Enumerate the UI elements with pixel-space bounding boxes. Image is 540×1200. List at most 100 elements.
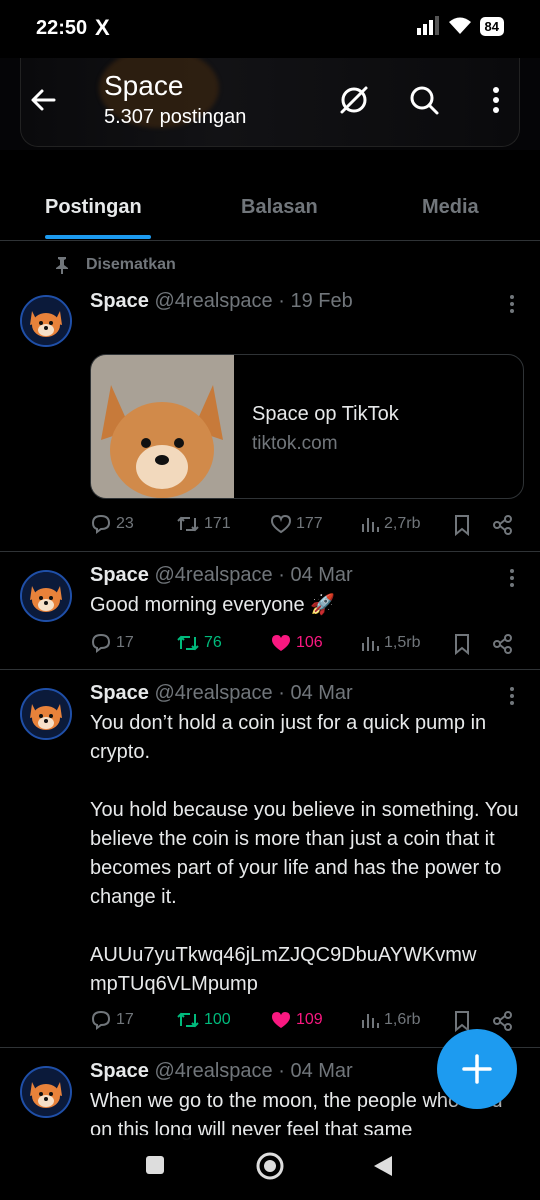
repost-count: 100 [204,1011,231,1028]
user-handle[interactable]: @4realspace [155,290,273,312]
share-icon[interactable] [492,633,514,655]
display-name[interactable]: Space [90,1060,149,1082]
tweet-header: Space @4realspace · 04 Mar [90,564,353,586]
back-nav-icon[interactable] [372,1154,394,1178]
tweet-date[interactable]: 04 Mar [290,564,352,586]
tweet-actions: 23 171 177 2,7rb [90,514,520,538]
avatar[interactable] [20,570,72,622]
tweet-more-icon[interactable] [506,566,518,590]
like-button[interactable]: 177 [270,514,323,534]
plus-icon [462,1054,492,1084]
avatar[interactable] [20,688,72,740]
views-icon [362,518,379,532]
views-button[interactable]: 2,7rb [360,514,420,534]
reply-count: 17 [116,1011,134,1028]
repost-count: 76 [204,634,222,651]
shiba-avatar-icon [22,572,70,620]
shiba-avatar-icon [22,297,70,345]
repost-button[interactable]: 100 [176,1010,231,1030]
share-icon[interactable] [492,514,514,536]
view-count: 2,7rb [384,515,421,532]
repost-button[interactable]: 76 [176,633,222,653]
reply-button[interactable]: 17 [90,1010,134,1030]
compose-button[interactable] [437,1029,517,1109]
bookmark-icon[interactable] [452,633,472,655]
repost-icon [177,635,199,651]
reply-icon [91,514,111,534]
profile-header: Space 5.307 postingan [0,58,540,150]
reply-count: 17 [116,634,134,651]
reply-icon [91,1010,111,1030]
like-count: 106 [296,634,323,651]
x-logo: X [95,15,110,40]
signal-icon [416,16,439,35]
reply-icon [91,633,111,653]
display-name[interactable]: Space [90,564,149,586]
shiba-avatar-icon [22,690,70,738]
repost-icon [177,516,199,532]
like-button[interactable]: 109 [270,1010,323,1030]
tab-media[interactable]: Media [422,196,479,219]
tweet-actions: 17 76 106 1,5rb [90,633,520,657]
repost-button[interactable]: 171 [176,514,231,534]
bookmark-icon[interactable] [452,514,472,536]
tweet-header: Space @4realspace · 04 Mar [90,682,353,704]
wifi-icon [448,17,471,34]
user-handle[interactable]: @4realspace [155,682,273,704]
user-handle[interactable]: @4realspace [155,1060,273,1082]
card-title: Space op TikTok [252,403,399,425]
like-count: 177 [296,515,323,532]
back-arrow-icon[interactable] [24,80,64,120]
tweet-more-icon[interactable] [506,292,518,316]
like-button[interactable]: 106 [270,633,323,653]
display-name[interactable]: Space [90,682,149,704]
tweet-header: Space @4realspace · 19 Feb [90,290,353,312]
home-icon[interactable] [255,1151,285,1181]
tweet-date[interactable]: 04 Mar [290,1060,352,1082]
puppy-image [91,355,234,498]
like-count: 109 [296,1011,323,1028]
tweet-text: Good morning everyone 🚀 [90,594,336,616]
user-handle[interactable]: @4realspace [155,564,273,586]
page-title: Space [104,70,184,101]
tweet[interactable]: Space @4realspace · 04 Mar Good morning … [0,551,540,670]
status-bar: 22:50 X 84 [0,0,540,58]
search-icon[interactable] [404,80,444,120]
recents-icon[interactable] [145,1155,165,1175]
heart-icon [270,514,292,534]
tweet[interactable]: Space @4realspace · 04 Mar You don’t hol… [0,669,540,1048]
tweet-more-icon[interactable] [506,684,518,708]
views-button[interactable]: 1,6rb [360,1010,420,1030]
heart-filled-icon [272,1012,290,1028]
tab-balasan[interactable]: Balasan [241,196,318,219]
link-card[interactable]: Space op TikTok tiktok.com [90,354,524,499]
tab-postingan[interactable]: Postingan [45,196,142,219]
reply-count: 23 [116,515,134,532]
tweet-text: You don’t hold a coin just for a quick p… [90,712,519,995]
heart-filled-icon [272,635,290,651]
views-button[interactable]: 1,5rb [360,633,420,653]
profile-tabs: Postingan Balasan Media [0,170,540,241]
tweet-date[interactable]: 19 Feb [290,290,352,312]
no-grok-icon[interactable] [334,80,374,120]
more-vertical-icon[interactable] [476,80,516,120]
card-thumbnail [91,355,234,498]
display-name[interactable]: Space [90,290,149,312]
post-count: 5.307 postingan [104,106,247,128]
reply-button[interactable]: 17 [90,633,134,653]
repost-icon [177,1012,199,1028]
profile-banner [20,58,520,147]
battery-icon: 84 [479,16,504,36]
tweet-date[interactable]: 04 Mar [290,682,352,704]
shiba-avatar-icon [22,1068,70,1116]
repost-count: 171 [204,515,231,532]
view-count: 1,6rb [384,1011,421,1028]
avatar[interactable] [20,295,72,347]
reply-button[interactable]: 23 [90,514,134,534]
tweet-header: Space @4realspace · 04 Mar [90,1060,353,1082]
avatar[interactable] [20,1066,72,1118]
status-time: 22:50 [36,17,88,39]
system-nav-bar [0,1135,540,1200]
view-count: 1,5rb [384,634,421,651]
card-domain: tiktok.com [252,433,338,454]
